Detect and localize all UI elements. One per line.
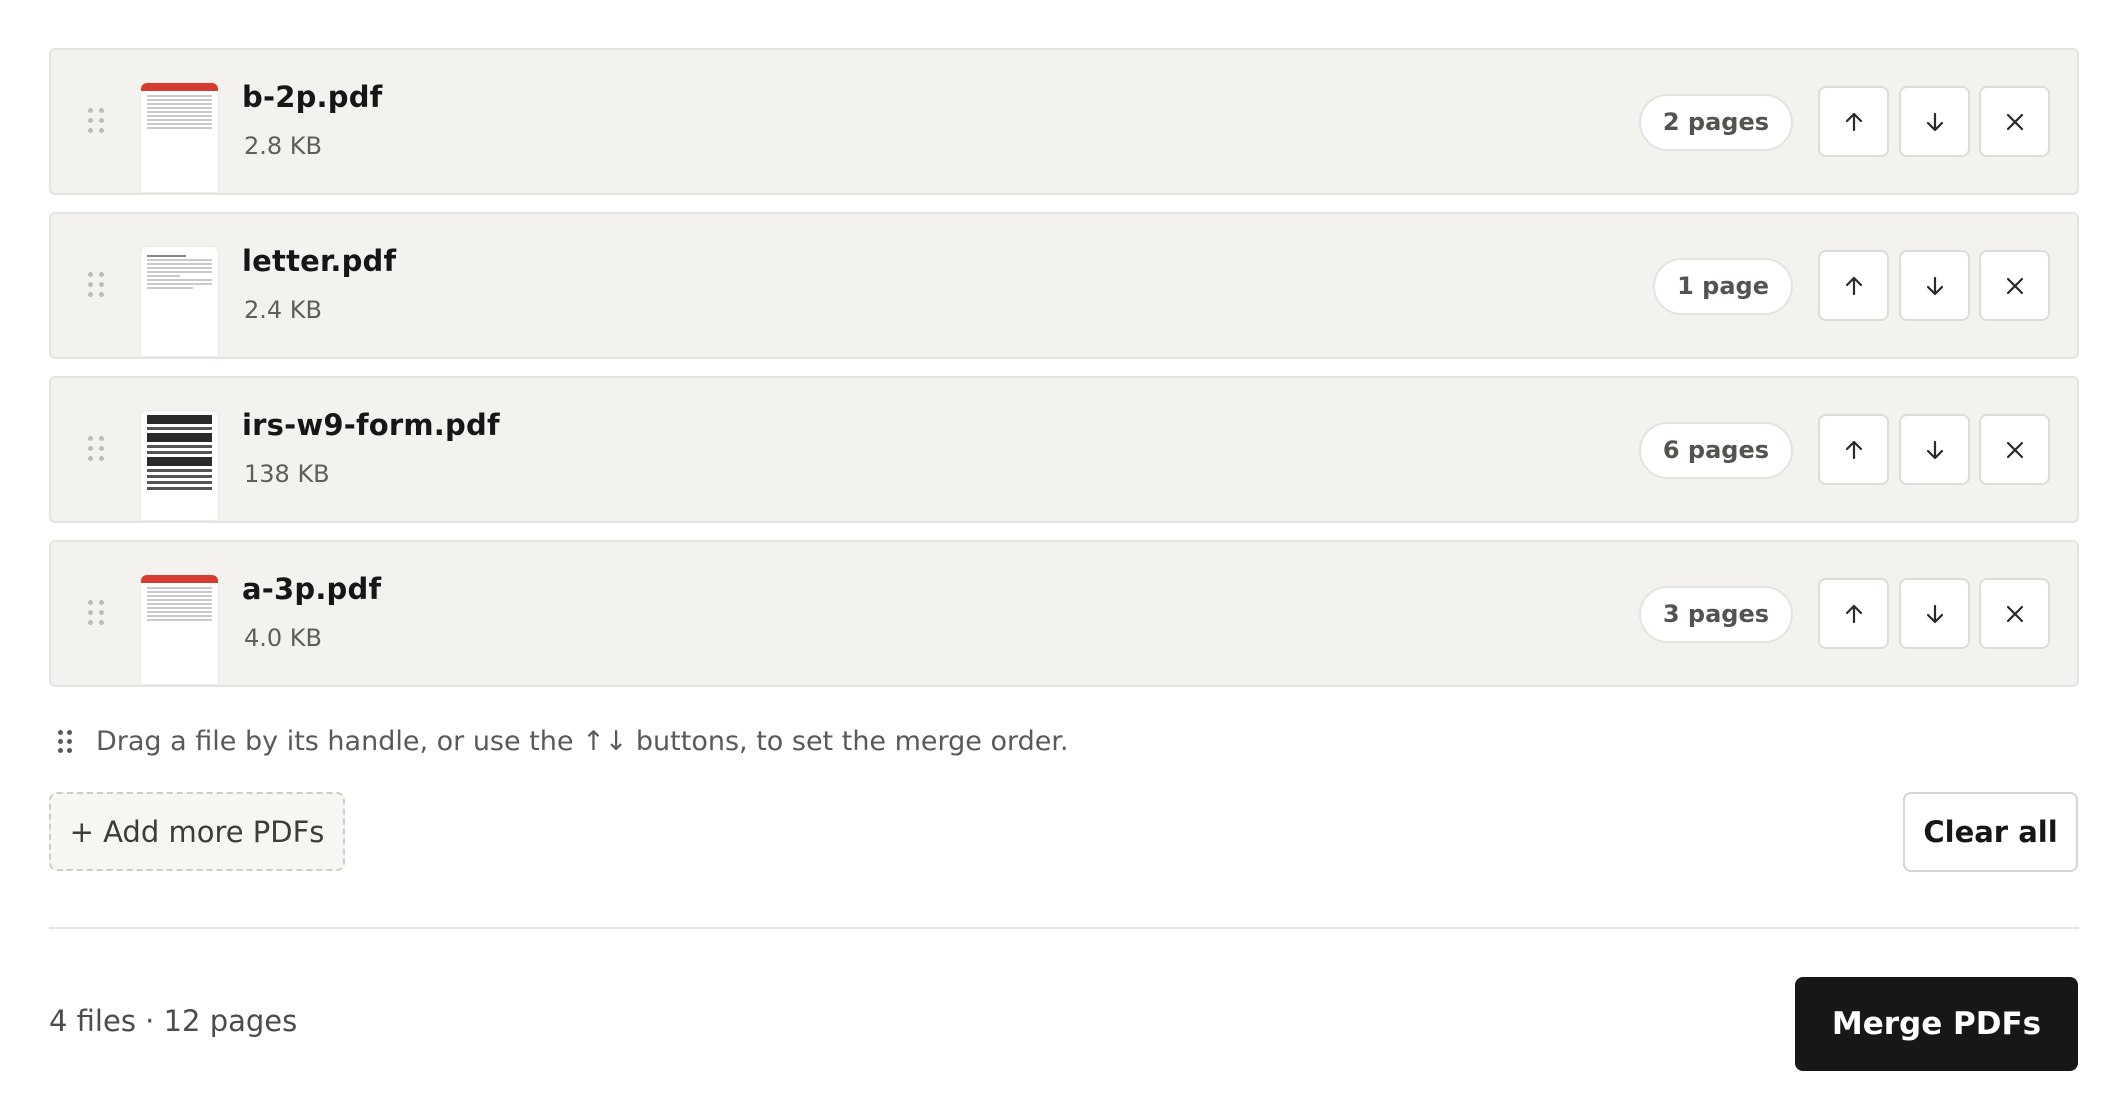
move-down-button[interactable] [1899,250,1970,321]
clear-all-button[interactable]: Clear all [1903,792,2078,872]
file-list: b-2p.pdf 2.8 KB 2 pages letter.pdf 2.4 K… [49,48,2079,704]
close-icon [2006,605,2023,622]
move-up-button[interactable] [1818,414,1889,485]
page-count-badge: 6 pages [1638,422,1793,479]
move-up-button[interactable] [1818,86,1889,157]
page-count-badge: 3 pages [1638,586,1793,643]
close-icon [2006,113,2023,130]
arrow-down-icon [1926,276,1943,295]
file-name: letter.pdf [242,244,397,278]
arrow-up-icon [1845,440,1862,459]
file-name: b-2p.pdf [242,80,383,114]
file-size: 2.8 KB [244,132,322,160]
arrow-up-icon [1845,604,1862,623]
reorder-hint: Drag a file by its handle, or use the ↑↓… [58,726,1069,757]
merge-summary: 4 files · 12 pages [49,1004,298,1038]
file-name: irs-w9-form.pdf [242,408,500,442]
move-down-button[interactable] [1899,86,1970,157]
file-name: a-3p.pdf [242,572,382,606]
file-row[interactable]: b-2p.pdf 2.8 KB 2 pages [49,48,2079,195]
add-more-pdfs-button[interactable]: + Add more PDFs [49,792,345,871]
page-count-badge: 2 pages [1638,94,1793,151]
drag-handle-icon[interactable] [88,272,104,297]
close-icon [2006,441,2023,458]
pdf-thumbnail [141,83,218,192]
arrow-down-icon [1926,112,1943,131]
file-row[interactable]: letter.pdf 2.4 KB 1 page [49,212,2079,359]
pdf-thumbnail [141,411,218,520]
divider [49,927,2079,929]
remove-file-button[interactable] [1979,414,2050,485]
move-up-button[interactable] [1818,578,1889,649]
move-down-button[interactable] [1899,414,1970,485]
arrow-up-icon [1845,112,1862,131]
remove-file-button[interactable] [1979,578,2050,649]
page-count-badge: 1 page [1653,258,1793,315]
arrow-up-icon [1845,276,1862,295]
file-size: 2.4 KB [244,296,322,324]
drag-handle-icon[interactable] [88,108,104,133]
drag-handle-icon[interactable] [88,436,104,461]
remove-file-button[interactable] [1979,86,2050,157]
arrow-down-icon [1926,440,1943,459]
merge-pdfs-button[interactable]: Merge PDFs [1795,977,2078,1071]
file-size: 4.0 KB [244,624,322,652]
file-size: 138 KB [244,460,330,488]
close-icon [2006,277,2023,294]
move-up-button[interactable] [1818,250,1889,321]
file-row[interactable]: a-3p.pdf 4.0 KB 3 pages [49,540,2079,687]
move-down-button[interactable] [1899,578,1970,649]
arrow-down-icon [1926,604,1943,623]
pdf-thumbnail [141,247,218,356]
file-row[interactable]: irs-w9-form.pdf 138 KB 6 pages [49,376,2079,523]
reorder-hint-text: Drag a file by its handle, or use the ↑↓… [96,726,1069,757]
pdf-thumbnail [141,575,218,684]
drag-handle-icon[interactable] [88,600,104,625]
remove-file-button[interactable] [1979,250,2050,321]
drag-handle-icon [58,729,72,754]
